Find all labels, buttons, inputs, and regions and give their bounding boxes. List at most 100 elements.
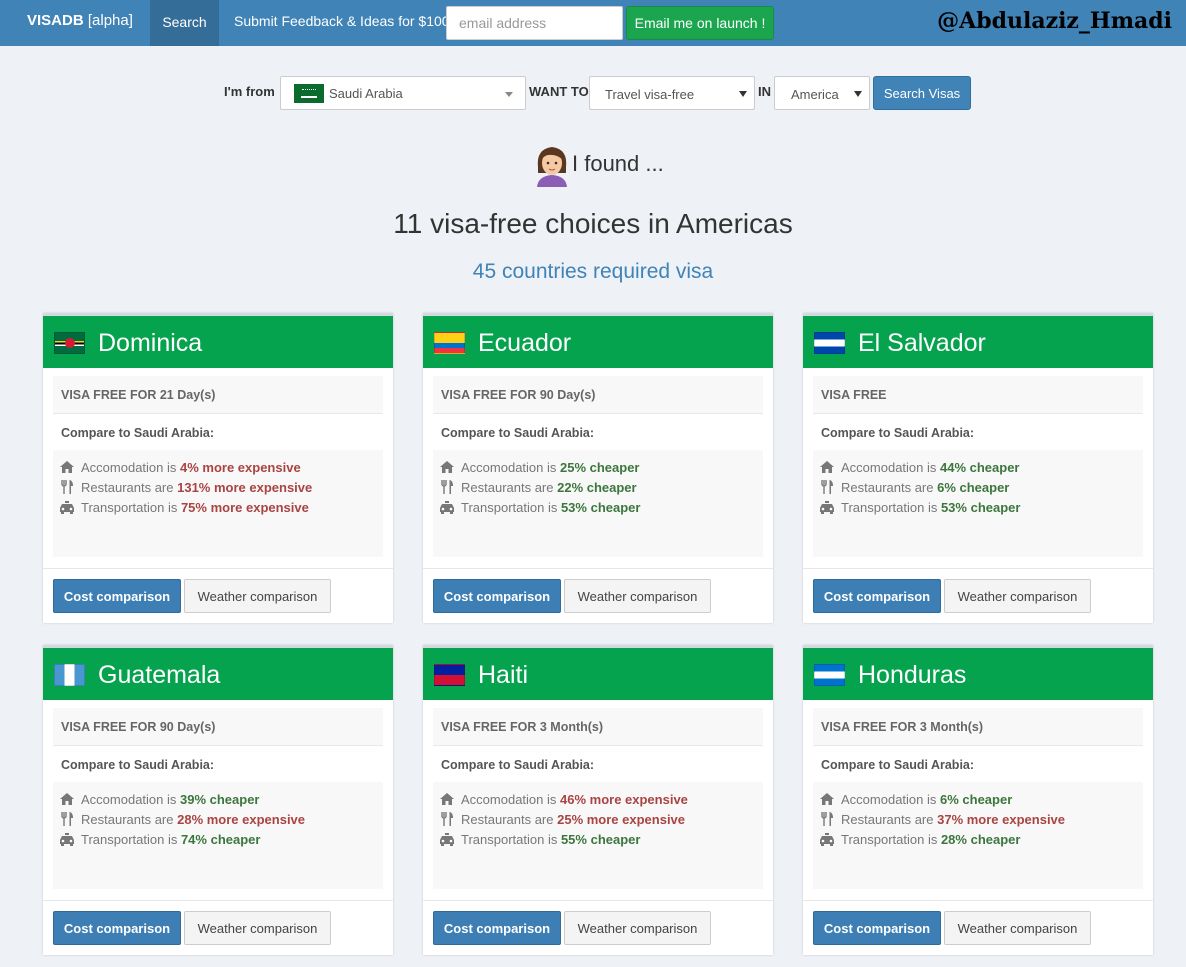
email-input[interactable] <box>446 6 623 40</box>
in-label: IN <box>758 84 771 99</box>
card-header: Honduras <box>803 645 1153 700</box>
cutlery-icon <box>441 812 453 826</box>
weather-comparison-button[interactable]: Weather comparison <box>184 579 331 613</box>
cost-comparison-button[interactable]: Cost comparison <box>433 911 561 945</box>
visa-duration: VISA FREE FOR 90 Day(s) <box>61 720 216 734</box>
accommodation-prefix: Accomodation is <box>841 460 940 475</box>
restaurants-prefix: Restaurants are <box>841 812 938 827</box>
country-name[interactable]: Haiti <box>478 661 528 690</box>
visa-duration-panel: VISA FREE FOR 3 Month(s) <box>433 708 763 746</box>
search-visas-button[interactable]: Search Visas <box>873 76 971 110</box>
cost-comparison-button[interactable]: Cost comparison <box>433 579 561 613</box>
restaurants-prefix: Restaurants are <box>81 480 178 495</box>
cost-comparison-button[interactable]: Cost comparison <box>813 579 941 613</box>
transportation-prefix: Transportation is <box>81 832 181 847</box>
accommodation-prefix: Accomodation is <box>461 460 560 475</box>
weather-comparison-button[interactable]: Weather comparison <box>564 911 711 945</box>
restaurants-value: 37% more expensive <box>937 812 1066 827</box>
home-icon <box>60 461 74 473</box>
home-icon <box>440 793 454 805</box>
weather-comparison-button[interactable]: Weather comparison <box>944 911 1091 945</box>
visa-duration: VISA FREE FOR 90 Day(s) <box>441 388 596 402</box>
transportation-prefix: Transportation is <box>841 832 941 847</box>
restaurants-prefix: Restaurants are <box>81 812 178 827</box>
weather-comparison-button[interactable]: Weather comparison <box>944 579 1091 613</box>
cost-comparison-button[interactable]: Cost comparison <box>53 579 181 613</box>
region-select[interactable]: America <box>774 76 870 110</box>
accommodation-value: 4% more expensive <box>180 460 301 475</box>
transportation-prefix: Transportation is <box>461 832 561 847</box>
transportation-prefix: Transportation is <box>81 500 181 515</box>
country-flag-icon <box>814 664 845 686</box>
accommodation-value: 39% cheaper <box>180 792 260 807</box>
saudi-flag-icon <box>294 84 324 103</box>
transportation-prefix: Transportation is <box>841 500 941 515</box>
accommodation-metric: Accomodation is 25% cheaper <box>439 460 640 480</box>
restaurants-value: 6% cheaper <box>937 480 1010 495</box>
weather-comparison-button[interactable]: Weather comparison <box>184 911 331 945</box>
restaurants-value: 25% more expensive <box>557 812 686 827</box>
restaurants-prefix: Restaurants are <box>841 480 938 495</box>
country-flag-icon <box>814 332 845 354</box>
transportation-metric: Transportation is 53% cheaper <box>819 500 1020 520</box>
compare-label: Compare to Saudi Arabia: <box>61 758 215 772</box>
accommodation-metric: Accomodation is 6% cheaper <box>819 792 1012 812</box>
transportation-value: 55% cheaper <box>560 832 641 847</box>
restaurants-value: 131% more expensive <box>177 480 313 495</box>
want-value: Travel visa-free <box>605 87 695 102</box>
visa-required-link[interactable]: 45 countries required visa <box>0 260 1186 284</box>
transportation-metric: Transportation is 53% cheaper <box>439 500 640 520</box>
home-icon <box>820 793 834 805</box>
accommodation-prefix: Accomodation is <box>461 792 560 807</box>
weather-comparison-button[interactable]: Weather comparison <box>564 579 711 613</box>
card-divider <box>423 900 773 901</box>
cutlery-icon <box>61 812 73 826</box>
watermark-handle: @Abdulaziz_Hmadi <box>937 8 1172 34</box>
chevron-down-icon <box>505 92 513 97</box>
accommodation-prefix: Accomodation is <box>81 792 180 807</box>
chevron-down-icon <box>854 91 862 97</box>
country-name[interactable]: Honduras <box>858 661 966 690</box>
accommodation-metric: Accomodation is 39% cheaper <box>59 792 260 812</box>
cutlery-icon <box>61 480 73 494</box>
country-name[interactable]: Ecuador <box>478 329 571 358</box>
transportation-value: 53% cheaper <box>940 500 1021 515</box>
taxi-icon <box>60 833 74 846</box>
brand-name[interactable]: VISADB <box>27 12 84 29</box>
country-card: Guatemala VISA FREE FOR 90 Day(s) Compar… <box>43 645 393 955</box>
top-navbar: VISADB [alpha] Search Submit Feedback & … <box>0 0 1186 46</box>
cost-comparison-button[interactable]: Cost comparison <box>813 911 941 945</box>
card-divider <box>803 568 1153 569</box>
transportation-metric: Transportation is 55% cheaper <box>439 832 640 852</box>
country-name[interactable]: Dominica <box>98 329 202 358</box>
restaurants-metric: Restaurants are 22% cheaper <box>439 480 637 500</box>
results-headline: 11 visa-free choices in Americas <box>393 208 793 239</box>
from-country-select[interactable]: Saudi Arabia <box>280 76 526 110</box>
email-launch-button[interactable]: Email me on launch ! <box>626 6 774 40</box>
country-flag-icon <box>434 664 465 686</box>
from-label: I'm from <box>224 84 275 99</box>
transportation-metric: Transportation is 74% cheaper <box>59 832 260 852</box>
country-flag-icon <box>434 332 465 354</box>
restaurants-prefix: Restaurants are <box>461 812 558 827</box>
home-icon <box>820 461 834 473</box>
cost-comparison-button[interactable]: Cost comparison <box>53 911 181 945</box>
want-select[interactable]: Travel visa-free <box>589 76 755 110</box>
accommodation-value: 25% cheaper <box>560 460 640 475</box>
restaurants-metric: Restaurants are 6% cheaper <box>819 480 1009 500</box>
accommodation-metric: Accomodation is 46% more expensive <box>439 792 688 812</box>
visa-duration-panel: VISA FREE FOR 90 Day(s) <box>433 376 763 414</box>
nav-feedback-link[interactable]: Submit Feedback & Ideas for $100 <box>234 13 450 29</box>
compare-label: Compare to Saudi Arabia: <box>61 426 215 440</box>
card-header: Ecuador <box>423 313 773 368</box>
country-name[interactable]: Guatemala <box>98 661 220 690</box>
brand-logo[interactable]: VISADB [alpha] <box>27 12 133 29</box>
country-card: Honduras VISA FREE FOR 3 Month(s) Compar… <box>803 645 1153 955</box>
nav-search-link[interactable]: Search <box>150 0 219 46</box>
brand-tag: [alpha] <box>87 12 133 29</box>
restaurants-value: 28% more expensive <box>177 812 306 827</box>
taxi-icon <box>820 833 834 846</box>
region-value: America <box>791 87 839 102</box>
country-flag-icon <box>54 332 85 354</box>
country-name[interactable]: El Salvador <box>858 329 986 358</box>
